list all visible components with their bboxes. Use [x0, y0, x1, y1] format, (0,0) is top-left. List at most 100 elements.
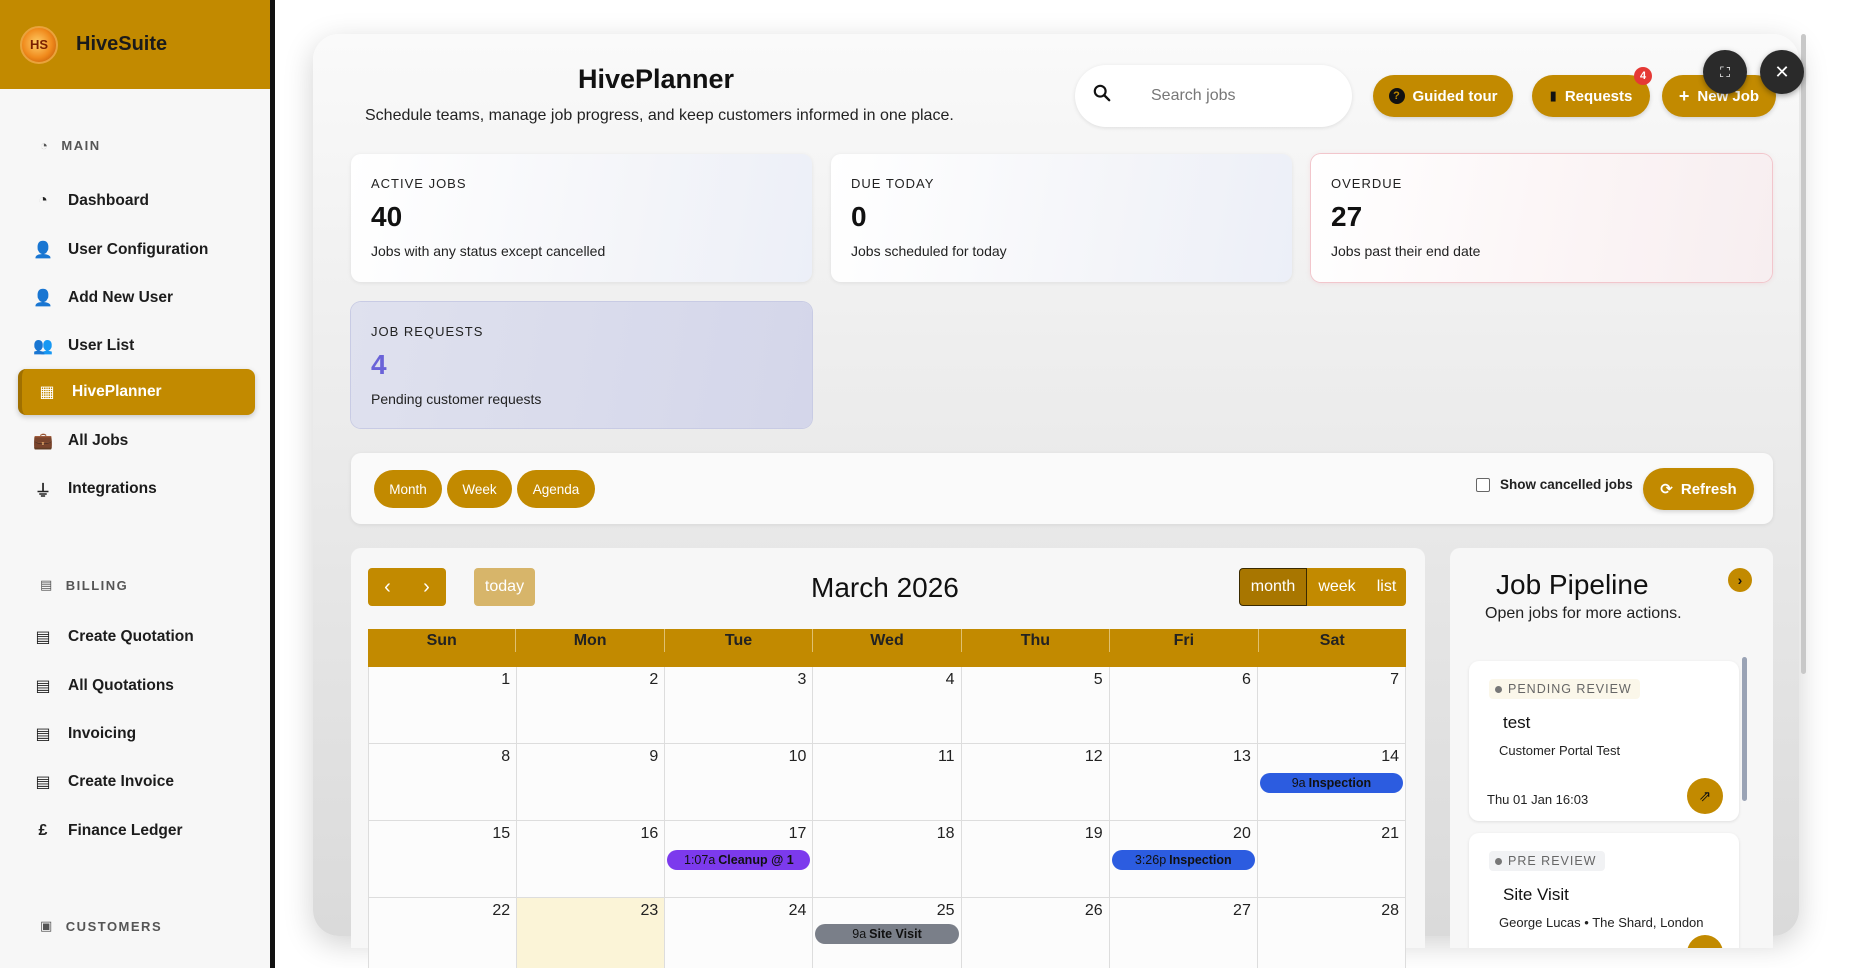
chevron-right-icon: › — [423, 575, 430, 598]
file-invoice-icon: ▤ — [35, 726, 51, 743]
view-month-button[interactable]: Month — [374, 470, 442, 508]
show-cancelled-toggle[interactable]: Show cancelled jobs — [1476, 477, 1633, 492]
day-number: 22 — [492, 902, 511, 919]
search-box[interactable] — [1075, 65, 1352, 127]
sidebar-item-user-list[interactable]: 👥 User List — [18, 323, 255, 369]
calendar-event[interactable]: 1:07a Cleanup @ 1 — [667, 850, 811, 870]
day-cell[interactable]: 20 3:26p Inspection — [1109, 821, 1258, 897]
day-cell[interactable]: 25 9a Site Visit — [813, 898, 962, 968]
day-cell[interactable]: 14 9a Inspection — [1257, 744, 1406, 820]
day-cell[interactable]: 15 — [368, 821, 518, 897]
guided-tour-button[interactable]: ? Guided tour — [1373, 75, 1513, 117]
day-cell[interactable]: 5 — [961, 667, 1110, 743]
day-number: 12 — [1084, 748, 1103, 765]
cal-view-week[interactable]: week — [1307, 568, 1367, 606]
day-number: 10 — [788, 748, 807, 765]
file-invoice-icon: ▤ — [35, 678, 51, 695]
sidebar-item-create-quotation[interactable]: ▤ Create Quotation — [18, 614, 255, 660]
day-number: 19 — [1084, 825, 1103, 842]
search-input[interactable] — [1151, 87, 1311, 105]
dow-header: Mon — [516, 629, 665, 652]
sidebar-item-hiveplanner[interactable]: ▦ HivePlanner — [18, 369, 255, 415]
pipeline-scrollbar[interactable] — [1742, 657, 1747, 801]
view-week-button[interactable]: Week — [447, 470, 512, 508]
sidebar-item-integrations[interactable]: ⏚ Integrations — [18, 466, 255, 512]
day-cell[interactable]: 2 — [517, 667, 666, 743]
day-cell[interactable]: 16 — [517, 821, 666, 897]
sidebar-item-user-configuration[interactable]: 👤 User Configuration — [18, 227, 255, 273]
stat-card-due-today[interactable]: DUE TODAY 0 Jobs scheduled for today — [831, 154, 1292, 282]
status-dot-icon — [1495, 857, 1502, 865]
sidebar-item-invoicing[interactable]: ▤ Invoicing — [18, 711, 255, 757]
prev-month-button[interactable]: ‹ — [368, 568, 407, 606]
sidebar-item-finance-ledger[interactable]: £ Finance Ledger — [18, 808, 255, 854]
cal-view-month[interactable]: month — [1239, 568, 1307, 606]
day-cell[interactable]: 1 — [368, 667, 518, 743]
day-number: 23 — [640, 902, 659, 919]
pipeline-job-card[interactable]: PRE REVIEW Site Visit George Lucas • The… — [1469, 833, 1739, 948]
day-cell[interactable]: 26 — [961, 898, 1110, 968]
calendar-event[interactable]: 9a Inspection — [1259, 773, 1403, 793]
day-cell[interactable]: 9 — [517, 744, 666, 820]
requests-button[interactable]: ▮ Requests 4 — [1532, 67, 1652, 117]
day-number: 11 — [937, 748, 955, 765]
day-cell[interactable]: 22 — [368, 898, 518, 968]
open-job-button[interactable]: ⇗ — [1687, 935, 1723, 948]
pipeline-job-card[interactable]: PENDING REVIEW test Customer Portal Test… — [1469, 661, 1739, 821]
stat-value: 0 — [851, 201, 867, 232]
calendar-week: 15 16 17 1:07a Cleanup @ 1 18 19 20 3:26p… — [368, 821, 1406, 898]
day-cell[interactable]: 24 — [665, 898, 814, 968]
stat-card-overdue[interactable]: OVERDUE 27 Jobs past their end date — [1311, 154, 1772, 282]
calendar-event[interactable]: 9a Site Visit — [815, 924, 959, 944]
pipeline-title: Job Pipeline — [1496, 569, 1649, 600]
sidebar-item-add-new-user[interactable]: 👤 Add New User — [18, 275, 255, 321]
sidebar-item-dashboard[interactable]: ◔ Dashboard — [18, 178, 255, 224]
dow-header: Thu — [962, 629, 1111, 652]
brand-header[interactable]: HS HiveSuite — [0, 0, 270, 89]
day-cell[interactable]: 17 1:07a Cleanup @ 1 — [665, 821, 814, 897]
today-button[interactable]: today — [474, 568, 535, 606]
dow-header: Wed — [813, 629, 962, 652]
user-icon: 👤 — [33, 242, 53, 259]
day-number: 6 — [1241, 671, 1251, 688]
refresh-button[interactable]: ⟳ Refresh — [1643, 468, 1754, 510]
day-cell[interactable]: 27 — [1109, 898, 1258, 968]
day-cell[interactable]: 4 — [813, 667, 962, 743]
day-cell[interactable]: 18 — [813, 821, 962, 897]
day-number: 20 — [1233, 825, 1251, 842]
user-plus-icon: 👤 — [33, 290, 53, 307]
day-cell[interactable]: 11 — [813, 744, 962, 820]
stat-label: DUE TODAY — [851, 176, 935, 191]
day-cell[interactable]: 7 — [1257, 667, 1406, 743]
day-cell[interactable]: 8 — [368, 744, 518, 820]
cal-view-list[interactable]: list — [1367, 568, 1406, 606]
contact-card-icon: ▣ — [40, 918, 54, 933]
sidebar-item-create-invoice[interactable]: ▤ Create Invoice — [18, 759, 255, 805]
open-job-button[interactable]: ⇗ — [1687, 778, 1723, 814]
day-cell[interactable]: 19 — [961, 821, 1110, 897]
day-cell[interactable]: 6 — [1109, 667, 1258, 743]
fullscreen-button[interactable]: ⛶ — [1703, 50, 1747, 94]
view-agenda-button[interactable]: Agenda — [517, 470, 595, 508]
dow-header: Sun — [368, 629, 517, 652]
day-cell[interactable]: 3 — [665, 667, 814, 743]
day-cell[interactable]: 12 — [961, 744, 1110, 820]
close-button[interactable]: ✕ — [1760, 50, 1804, 94]
day-cell-today[interactable]: 23 — [517, 898, 666, 968]
day-cell[interactable]: 21 — [1257, 821, 1406, 897]
day-cell[interactable]: 28 — [1257, 898, 1406, 968]
day-cell[interactable]: 13 — [1109, 744, 1258, 820]
next-month-button[interactable]: › — [407, 568, 446, 606]
page-scrollbar[interactable] — [1801, 34, 1806, 674]
day-cell[interactable]: 10 — [665, 744, 814, 820]
stat-card-active-jobs[interactable]: ACTIVE JOBS 40 Jobs with any status exce… — [351, 154, 812, 282]
calendar-event[interactable]: 3:26p Inspection — [1111, 850, 1255, 870]
sidebar-item-all-jobs[interactable]: 💼 All Jobs — [18, 418, 255, 464]
job-name: Site Visit — [1503, 885, 1569, 904]
sidebar-item-all-quotations[interactable]: ▤ All Quotations — [18, 663, 255, 709]
stat-card-job-requests[interactable]: JOB REQUESTS 4 Pending customer requests — [351, 302, 812, 428]
day-number: 21 — [1381, 825, 1399, 842]
show-cancelled-checkbox[interactable] — [1476, 477, 1490, 492]
file-invoice-icon: ▤ — [35, 629, 51, 646]
pipeline-expand-button[interactable]: › — [1728, 568, 1752, 592]
